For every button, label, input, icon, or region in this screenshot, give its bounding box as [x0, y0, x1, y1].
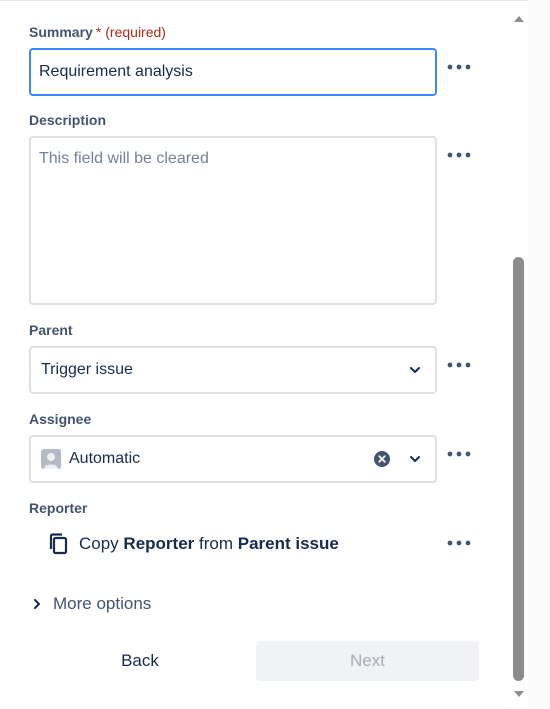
reporter-rule: Copy Reporter from Parent issue: [48, 532, 339, 556]
required-star: *: [95, 24, 102, 40]
scroll-down-arrow-icon[interactable]: [512, 689, 526, 699]
description-more-button[interactable]: [444, 145, 474, 165]
parent-select[interactable]: Trigger issue: [29, 346, 437, 394]
avatar-icon: [41, 449, 61, 469]
more-options-label: More options: [53, 594, 152, 613]
reporter-label: Reporter: [29, 500, 88, 516]
assignee-select[interactable]: Automatic: [29, 435, 437, 483]
chevron-down-icon: [410, 456, 420, 462]
scrollbar-thumb[interactable]: [513, 257, 524, 681]
more-icon: [447, 362, 471, 368]
required-text: (required): [105, 24, 166, 40]
back-button[interactable]: Back: [29, 641, 251, 681]
create-issue-panel: Summary * (required) Requirement analysis …: [0, 0, 528, 709]
chevron-down-icon: [410, 367, 420, 373]
parent-label: Parent: [29, 322, 73, 338]
reporter-from-text: from: [199, 534, 234, 553]
assignee-more-button[interactable]: [444, 444, 474, 464]
assignee-label: Assignee: [29, 411, 92, 427]
more-icon: [447, 152, 471, 158]
more-icon: [447, 451, 471, 457]
reporter-more-button[interactable]: [444, 533, 474, 553]
summary-input[interactable]: Requirement analysis: [29, 48, 437, 96]
reporter-copy-text: Copy: [79, 534, 119, 553]
description-textarea[interactable]: This field will be cleared: [29, 136, 437, 305]
reporter-field-name: Reporter: [123, 534, 195, 553]
summary-label: Summary * (required): [29, 24, 166, 40]
clear-icon[interactable]: [374, 451, 390, 467]
scroll-up-arrow-icon[interactable]: [512, 14, 526, 24]
description-label: Description: [29, 112, 107, 128]
parent-value: Trigger issue: [41, 361, 133, 378]
parent-more-button[interactable]: [444, 355, 474, 375]
next-button[interactable]: Next: [256, 641, 479, 681]
description-placeholder: This field will be cleared: [39, 150, 209, 167]
summary-label-text: Summary: [29, 24, 93, 40]
more-options-toggle[interactable]: More options: [32, 594, 151, 614]
copy-icon: [49, 533, 68, 555]
more-icon: [447, 540, 471, 546]
summary-value: Requirement analysis: [39, 63, 193, 80]
chevron-right-icon: [34, 599, 40, 609]
summary-more-button[interactable]: [444, 57, 474, 77]
more-icon: [447, 64, 471, 70]
assignee-value: Automatic: [69, 450, 141, 467]
reporter-source-name: Parent issue: [237, 534, 339, 553]
